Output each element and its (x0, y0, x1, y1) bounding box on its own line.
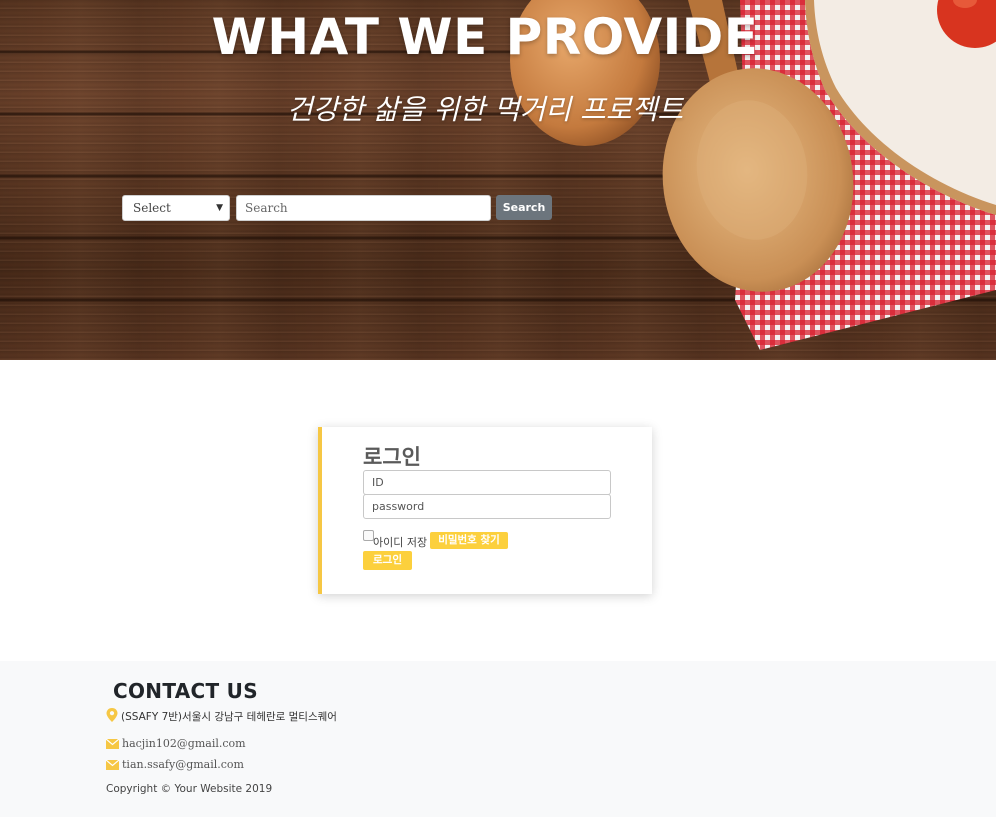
login-card: 로그인 아이디 저장 비밀번호 찾기 로그인 (318, 427, 652, 594)
hero-title: WHAT WE PROVIDE (211, 8, 759, 66)
email-link[interactable]: hacjin102@gmail.com (122, 737, 246, 750)
id-input[interactable] (363, 470, 611, 495)
password-input[interactable] (363, 494, 611, 519)
map-pin-icon (106, 708, 118, 722)
mail-icon (106, 760, 119, 770)
remember-id-label: 아이디 저장 (373, 536, 428, 549)
chevron-down-icon: ▼ (216, 203, 223, 213)
login-title: 로그인 (363, 445, 421, 469)
category-select[interactable]: Select ▼ (122, 195, 230, 221)
login-button[interactable]: 로그인 (363, 551, 412, 570)
mail-icon (106, 739, 119, 749)
category-select-value: Select (133, 201, 171, 215)
hero-subtitle: 건강한 삶을 위한 먹거리 프로젝트 (286, 93, 684, 126)
search-input[interactable] (236, 195, 491, 221)
hero-banner: WHAT WE PROVIDE 건강한 삶을 위한 먹거리 프로젝트 Selec… (0, 0, 996, 360)
address-text: (SSAFY 7반)서울시 강남구 테헤란로 멀티스퀘어 (121, 711, 337, 723)
search-button[interactable]: Search (496, 195, 552, 220)
email-link[interactable]: tian.ssafy@gmail.com (122, 758, 244, 771)
contact-title: CONTACT US (113, 679, 258, 703)
find-password-button[interactable]: 비밀번호 찾기 (430, 532, 508, 549)
copyright-text: Copyright © Your Website 2019 (106, 783, 273, 795)
footer: CONTACT US (SSAFY 7반)서울시 강남구 테헤란로 멀티스퀘어 … (0, 661, 996, 817)
